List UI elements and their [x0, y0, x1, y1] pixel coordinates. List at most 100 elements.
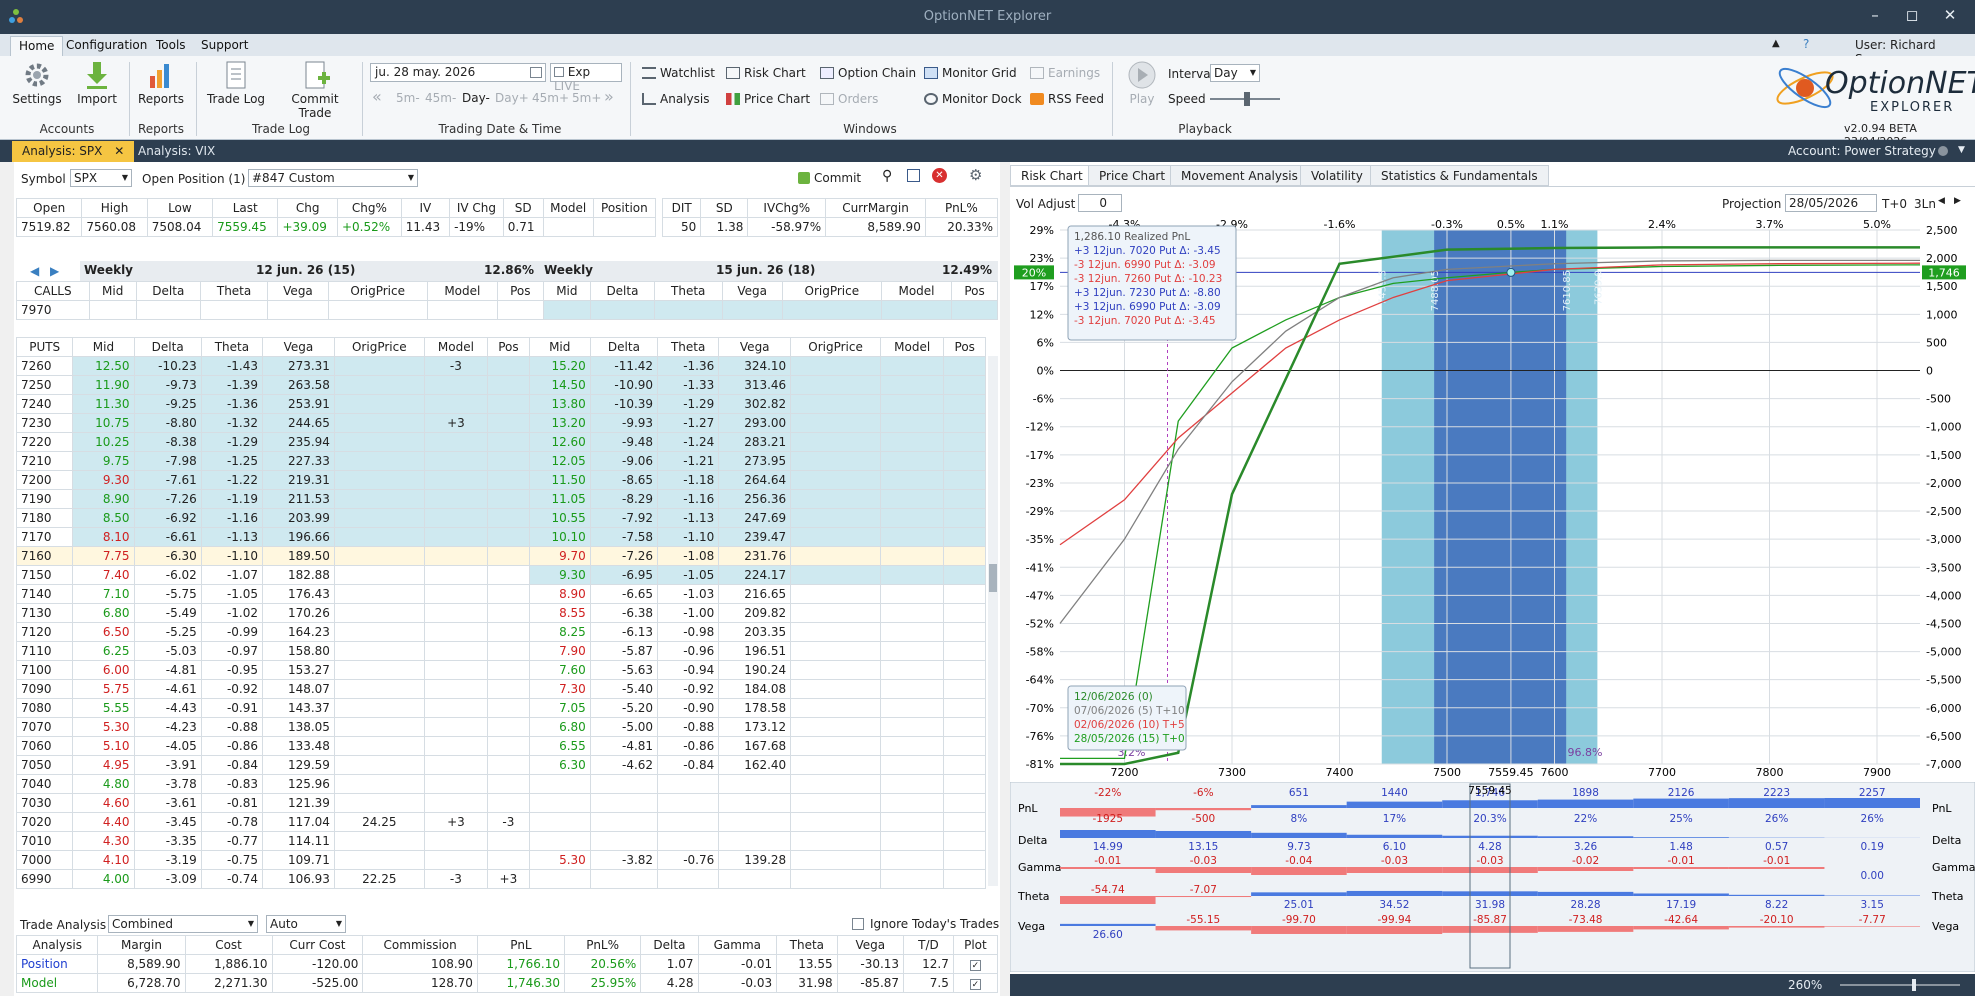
- table-row[interactable]: 7170 8.10 -6.61 -1.13 196.66 10.10 -7.58 -1.10 2…: [15, 527, 986, 547]
- option-cell[interactable]: -4.05: [133, 736, 202, 756]
- option-cell[interactable]: [943, 660, 986, 680]
- option-cell[interactable]: [423, 698, 489, 718]
- option-cell[interactable]: [790, 584, 881, 604]
- option-cell[interactable]: [487, 470, 530, 490]
- option-cell[interactable]: [943, 774, 986, 794]
- table-row[interactable]: 7240 11.30 -9.25 -1.36 253.91 13.80 -10.39 -1.2…: [15, 394, 986, 414]
- option-cell[interactable]: 9.30: [72, 470, 135, 490]
- option-cell[interactable]: -3.91: [133, 755, 202, 775]
- import-button[interactable]: Import: [74, 60, 120, 106]
- option-cell[interactable]: [879, 546, 945, 566]
- option-cell[interactable]: [333, 565, 425, 585]
- option-cell[interactable]: 247.69: [718, 508, 792, 528]
- option-cell[interactable]: [790, 546, 881, 566]
- option-cell[interactable]: [487, 793, 530, 813]
- option-cell[interactable]: -1.32: [200, 413, 264, 433]
- option-cell[interactable]: -8.80: [133, 413, 202, 433]
- option-cell[interactable]: [879, 489, 945, 509]
- option-cell[interactable]: 162.40: [718, 755, 792, 775]
- option-cell[interactable]: [333, 470, 425, 490]
- option-cell[interactable]: 182.88: [262, 565, 335, 585]
- option-cell[interactable]: [487, 375, 530, 395]
- option-cell[interactable]: 5.30: [72, 717, 135, 737]
- option-cell[interactable]: -4.81: [589, 736, 659, 756]
- option-cell[interactable]: [943, 736, 986, 756]
- option-cell[interactable]: [943, 356, 986, 376]
- option-cell[interactable]: -1.22: [200, 470, 264, 490]
- option-cell[interactable]: 211.53: [262, 489, 335, 509]
- option-cell[interactable]: 6.80: [528, 717, 591, 737]
- option-cell[interactable]: -6.30: [133, 546, 202, 566]
- option-cell[interactable]: -8.65: [589, 470, 659, 490]
- option-cell[interactable]: [333, 375, 425, 395]
- option-cell[interactable]: [790, 527, 881, 547]
- table-row[interactable]: 7150 7.40 -6.02 -1.07 182.88 9.30 -6.95 -1.05 22…: [15, 565, 986, 585]
- option-cell[interactable]: -0.92: [657, 679, 720, 699]
- option-cell[interactable]: -1.08: [657, 546, 720, 566]
- option-cell[interactable]: [790, 451, 881, 471]
- watchlist-button[interactable]: Watchlist: [642, 66, 715, 80]
- calls-cell[interactable]: [496, 300, 544, 320]
- option-cell[interactable]: [333, 394, 425, 414]
- option-cell[interactable]: 13.80: [528, 394, 591, 414]
- option-cell[interactable]: -0.92: [200, 679, 264, 699]
- option-cell[interactable]: [423, 565, 489, 585]
- option-cell[interactable]: -1.19: [200, 489, 264, 509]
- calls-cell[interactable]: [88, 300, 137, 320]
- option-cell[interactable]: [879, 831, 945, 851]
- option-cell[interactable]: -7.98: [133, 451, 202, 471]
- option-cell[interactable]: 5.30: [528, 850, 591, 870]
- step-day-back[interactable]: Day-: [462, 91, 490, 105]
- option-cell[interactable]: [790, 413, 881, 433]
- option-cell[interactable]: 4.95: [72, 755, 135, 775]
- option-cell[interactable]: +3: [423, 413, 489, 433]
- option-cell[interactable]: [879, 774, 945, 794]
- option-cell[interactable]: 6.50: [72, 622, 135, 642]
- option-cell[interactable]: [487, 850, 530, 870]
- option-cell[interactable]: -3.78: [133, 774, 202, 794]
- tab-statistics-fundamentals[interactable]: Statistics & Fundamentals: [1370, 165, 1549, 186]
- option-cell[interactable]: 5.10: [72, 736, 135, 756]
- option-cell[interactable]: [790, 641, 881, 661]
- table-row[interactable]: 7030 4.60 -3.61 -0.81 121.39: [15, 793, 986, 813]
- option-cell[interactable]: [423, 489, 489, 509]
- option-cell[interactable]: [333, 774, 425, 794]
- option-cell[interactable]: [423, 850, 489, 870]
- delete-icon[interactable]: ✕: [932, 168, 947, 183]
- option-cell[interactable]: -5.25: [133, 622, 202, 642]
- option-cell[interactable]: -8.38: [133, 432, 202, 452]
- option-cell[interactable]: [790, 660, 881, 680]
- option-cell[interactable]: [423, 717, 489, 737]
- next-expiration-icon[interactable]: ▶: [50, 264, 59, 278]
- option-cell[interactable]: 203.99: [262, 508, 335, 528]
- option-cell[interactable]: 5.55: [72, 698, 135, 718]
- option-cell[interactable]: [790, 394, 881, 414]
- option-cell[interactable]: [333, 622, 425, 642]
- option-cell[interactable]: -3.45: [133, 812, 202, 832]
- option-cell[interactable]: 273.31: [262, 356, 335, 376]
- commit-button[interactable]: Commit: [798, 171, 861, 185]
- option-cell[interactable]: [487, 831, 530, 851]
- option-cell[interactable]: [487, 489, 530, 509]
- option-cell[interactable]: -1.18: [657, 470, 720, 490]
- option-cell[interactable]: 189.50: [262, 546, 335, 566]
- option-cell[interactable]: [943, 527, 986, 547]
- option-cell[interactable]: 173.12: [718, 717, 792, 737]
- option-cell[interactable]: -0.84: [657, 755, 720, 775]
- option-cell[interactable]: [879, 869, 945, 889]
- option-cell[interactable]: +3: [423, 812, 489, 832]
- option-cell[interactable]: -5.03: [133, 641, 202, 661]
- calls-cell[interactable]: [721, 300, 783, 320]
- option-cell[interactable]: [879, 850, 945, 870]
- option-cell[interactable]: -0.90: [657, 698, 720, 718]
- option-cell[interactable]: -1.29: [657, 394, 720, 414]
- puts-scrollbar-thumb[interactable]: [989, 564, 997, 592]
- step-5m-back[interactable]: 5m-: [396, 91, 420, 105]
- reports-button[interactable]: Reports: [136, 60, 186, 106]
- option-cell[interactable]: -3: [423, 356, 489, 376]
- ignore-trades-checkbox[interactable]: [852, 918, 864, 930]
- step-back-icon[interactable]: «: [372, 87, 382, 106]
- option-cell[interactable]: 7.60: [528, 660, 591, 680]
- option-cell[interactable]: [333, 584, 425, 604]
- option-cell[interactable]: -1.07: [200, 565, 264, 585]
